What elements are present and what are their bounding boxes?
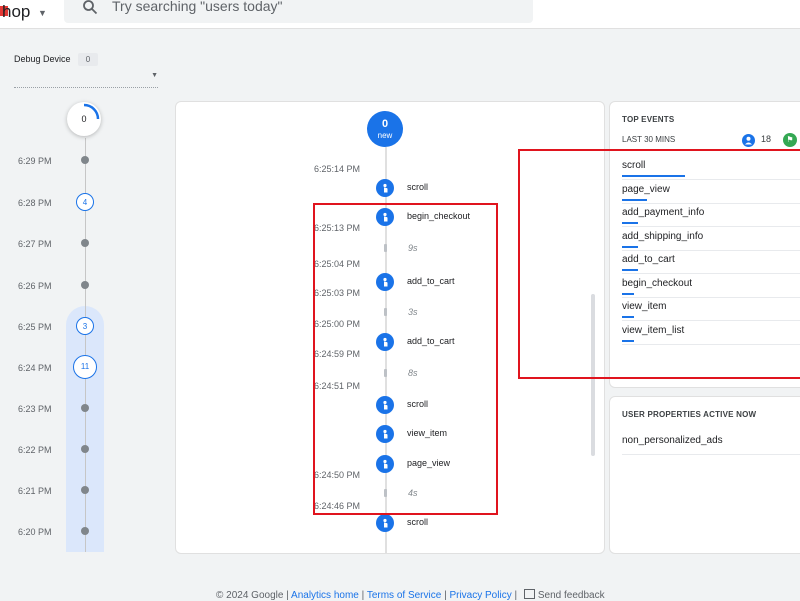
footer: © 2024 Google | Analytics home | Terms o… xyxy=(216,589,605,601)
minute-label: 6:23 PM xyxy=(18,404,52,414)
current-minute-count: 0 xyxy=(81,114,87,124)
user-icon xyxy=(742,134,755,147)
new-events-indicator[interactable]: 0 new xyxy=(367,111,403,147)
user-properties-panel: USER PROPERTIES ACTIVE NOW non_personali… xyxy=(609,396,800,554)
minute-dot[interactable] xyxy=(81,445,89,453)
event-name[interactable]: scroll xyxy=(407,517,428,527)
minute-dot[interactable] xyxy=(81,239,89,247)
annotation-box-top-events xyxy=(518,149,800,379)
user-count: 18 xyxy=(761,134,772,144)
footer-separator: | xyxy=(511,590,520,601)
footer-copyright: © 2024 Google | xyxy=(216,590,292,601)
minute-dot[interactable] xyxy=(81,486,89,494)
debug-device-label: Debug Device xyxy=(14,54,71,64)
top-bar: hop ▼ xyxy=(0,0,800,29)
search-bar[interactable] xyxy=(64,0,533,23)
footer-link-terms[interactable]: Terms of Service xyxy=(367,590,441,601)
minute-event-count[interactable]: 3 xyxy=(76,317,94,335)
chevron-down-icon[interactable]: ▼ xyxy=(38,8,47,18)
minute-label: 6:26 PM xyxy=(18,281,52,291)
minute-label: 6:20 PM xyxy=(18,527,52,537)
minute-label: 6:28 PM xyxy=(18,198,52,208)
sidebar-bottom-fade xyxy=(0,552,150,600)
touch-event-icon[interactable] xyxy=(376,514,394,532)
dropdown-arrow-icon: ▼ xyxy=(151,72,158,79)
minute-label: 6:22 PM xyxy=(18,445,52,455)
footer-link-analytics-home[interactable]: Analytics home xyxy=(291,590,359,601)
minute-dot[interactable] xyxy=(81,156,89,164)
event-timestamp: 6:25:14 PM xyxy=(314,164,361,174)
minute-label: 6:24 PM xyxy=(18,363,52,373)
minute-label: 6:27 PM xyxy=(18,239,52,249)
new-events-count: 0 xyxy=(381,118,389,130)
minute-dot[interactable] xyxy=(81,527,89,535)
event-name[interactable]: scroll xyxy=(407,182,428,192)
annotation-box-event-stream xyxy=(313,203,498,515)
current-minute-indicator[interactable]: 0 xyxy=(67,102,101,136)
feedback-icon[interactable] xyxy=(523,589,535,599)
footer-link-privacy[interactable]: Privacy Policy xyxy=(449,590,511,601)
minute-label: 6:25 PM xyxy=(18,322,52,332)
minute-event-count[interactable]: 4 xyxy=(76,193,94,211)
search-input[interactable] xyxy=(110,0,514,15)
user-property-label: non_personalized_ads xyxy=(622,435,723,446)
minute-dot[interactable] xyxy=(81,404,89,412)
minute-dot[interactable] xyxy=(81,281,89,289)
debug-device-count: 0 xyxy=(78,53,98,66)
feedback-link[interactable]: Send feedback xyxy=(538,590,605,601)
user-property-row[interactable]: non_personalized_ads xyxy=(622,432,800,455)
touch-event-icon[interactable] xyxy=(376,179,394,197)
time-range-label: LAST 30 MINS xyxy=(622,135,676,144)
minute-label: 6:21 PM xyxy=(18,486,52,496)
minute-event-count[interactable]: 11 xyxy=(73,355,97,379)
footer-separator: | xyxy=(358,590,367,601)
property-name[interactable]: hop xyxy=(2,2,30,22)
user-properties-title: USER PROPERTIES ACTIVE NOW xyxy=(622,410,757,419)
top-events-title: TOP EVENTS xyxy=(622,115,675,124)
minute-label: 6:29 PM xyxy=(18,156,52,166)
debug-device-select[interactable]: ▼ xyxy=(14,70,158,88)
new-events-label: new xyxy=(377,131,393,140)
search-icon xyxy=(83,0,98,15)
flag-icon[interactable]: ⚑ xyxy=(783,133,797,147)
